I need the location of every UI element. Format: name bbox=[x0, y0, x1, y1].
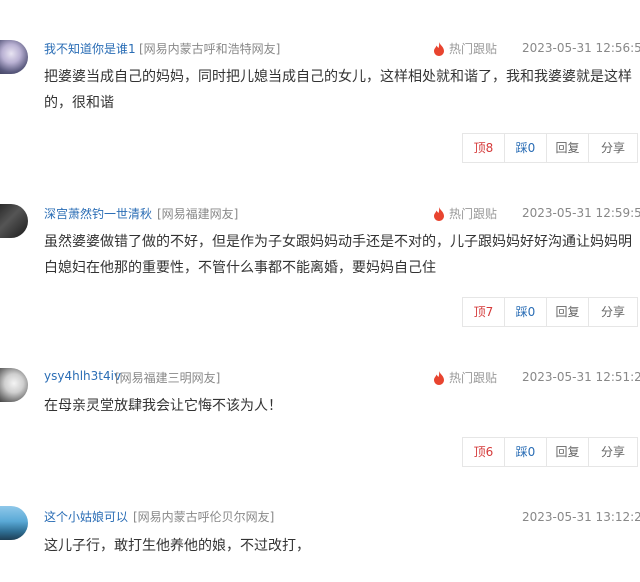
comment-time: 2023-05-31 13:12:20 bbox=[522, 510, 640, 524]
user-location: [网易福建网友] bbox=[157, 207, 239, 221]
comment-actions: 顶8 踩0 回复 分享 bbox=[462, 133, 638, 163]
hot-follow-label: 热门跟贴 bbox=[449, 207, 498, 221]
user-location: [网易福建三明网友] bbox=[115, 371, 221, 385]
reply-button[interactable]: 回复 bbox=[547, 298, 589, 326]
comment-time: 2023-05-31 12:59:58 bbox=[522, 206, 640, 220]
downvote-button[interactable]: 踩0 bbox=[505, 298, 547, 326]
flame-icon bbox=[434, 370, 444, 385]
downvote-button[interactable]: 踩0 bbox=[505, 438, 547, 466]
flame-icon bbox=[434, 206, 444, 221]
username-link[interactable]: 我不知道你是谁1 bbox=[44, 40, 136, 57]
hot-follow-badge: 热门跟贴 bbox=[433, 369, 497, 386]
avatar[interactable] bbox=[0, 40, 28, 74]
upvote-button[interactable]: 顶6 bbox=[463, 438, 505, 466]
hot-follow-label: 热门跟贴 bbox=[449, 371, 498, 385]
downvote-button[interactable]: 踩0 bbox=[505, 134, 547, 162]
hot-follow-badge: 热门跟贴 bbox=[433, 40, 497, 57]
user-location: [网易内蒙古呼伦贝尔网友] bbox=[133, 510, 275, 524]
avatar[interactable] bbox=[0, 506, 28, 540]
comment-time: 2023-05-31 12:51:23 bbox=[522, 370, 640, 384]
share-button[interactable]: 分享 bbox=[589, 298, 637, 326]
comment-text: 在母亲灵堂放肆我会让它悔不该为人！ bbox=[44, 398, 282, 414]
share-button[interactable]: 分享 bbox=[589, 438, 637, 466]
flame-icon bbox=[434, 41, 444, 56]
avatar[interactable] bbox=[0, 368, 28, 402]
comment-text: 虽然婆婆做错了做的不好，但是作为子女跟妈妈动手还是不对的，儿子跟妈妈好好沟通让妈… bbox=[44, 234, 632, 276]
hot-follow-badge: 热门跟贴 bbox=[433, 205, 497, 222]
comment-time: 2023-05-31 12:56:53 bbox=[522, 41, 640, 55]
username-link[interactable]: ysy4hlh3t4iv bbox=[44, 369, 121, 383]
upvote-button[interactable]: 顶7 bbox=[463, 298, 505, 326]
reply-button[interactable]: 回复 bbox=[547, 134, 589, 162]
upvote-button[interactable]: 顶8 bbox=[463, 134, 505, 162]
username-link[interactable]: 这个小姑娘可以 bbox=[44, 508, 128, 525]
share-button[interactable]: 分享 bbox=[589, 134, 637, 162]
reply-button[interactable]: 回复 bbox=[547, 438, 589, 466]
comment-actions: 顶7 踩0 回复 分享 bbox=[462, 297, 638, 327]
comment-text: 把婆婆当成自己的妈妈，同时把儿媳当成自己的女儿，这样相处就和谐了，我和我婆婆就是… bbox=[44, 69, 632, 111]
comment-actions: 顶6 踩0 回复 分享 bbox=[462, 437, 638, 467]
hot-follow-label: 热门跟贴 bbox=[449, 42, 498, 56]
comment-text: 这儿子行，敢打生他养他的娘，不过改打， bbox=[44, 538, 310, 554]
avatar[interactable] bbox=[0, 204, 28, 238]
username-link[interactable]: 深宫萧然钓一世清秋 bbox=[44, 205, 152, 222]
user-location: [网易内蒙古呼和浩特网友] bbox=[139, 42, 281, 56]
